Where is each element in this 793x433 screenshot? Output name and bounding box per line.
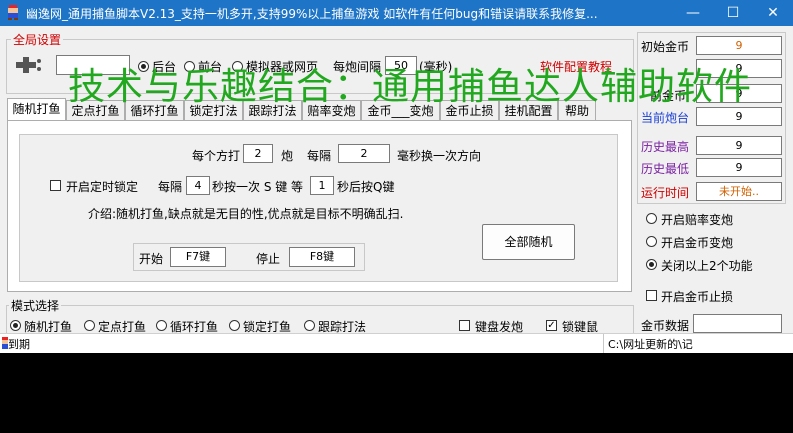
- odds-turret-label: 开启赔率变炮: [661, 213, 734, 227]
- start-hotkey-field[interactable]: F7键: [170, 247, 226, 267]
- run-time-label: 运行时间: [641, 186, 690, 200]
- status-bar: 到期 C:\网址更新的\记: [0, 333, 793, 353]
- intro-text: 介绍:随机打鱼,缺点就是无目的性,优点就是目标不明确乱扫.: [88, 207, 404, 221]
- mode-radio-random[interactable]: [10, 320, 21, 331]
- promo-overlay-text: 技术与乐趣结合：通用捕鱼达人辅助软件: [68, 65, 752, 108]
- keyboard-fire-checkbox[interactable]: [459, 320, 470, 331]
- gamepad-icon: [16, 57, 41, 73]
- status-divider: [603, 334, 604, 353]
- close-button[interactable]: ✕: [753, 0, 793, 26]
- window-title: 幽逸网_通用捕鱼脚本V2.13_支持一机多开,支持99%以上捕鱼游戏 如软件有任…: [26, 7, 598, 21]
- coin-data-field[interactable]: [693, 314, 782, 333]
- lock-keymouse-checkbox[interactable]: ✓: [546, 320, 557, 331]
- every2-label: 每隔: [158, 180, 183, 194]
- coin-stoploss-checkbox[interactable]: [646, 290, 657, 301]
- history-high-label: 历史最高: [641, 140, 690, 154]
- per-direction-label: 每个方打: [192, 149, 241, 163]
- every-label: 每隔: [307, 149, 332, 163]
- press-s-seconds-input[interactable]: 4: [186, 176, 210, 195]
- tab-random-fishing[interactable]: 随机打鱼: [7, 98, 66, 121]
- history-low-label: 历史最低: [641, 162, 690, 176]
- history-high-value: 9: [696, 136, 782, 155]
- wait-suffix: 秒后按Q键: [337, 180, 395, 194]
- direction-ms-suffix: 毫秒换一次方向: [397, 149, 482, 163]
- initial-coins-label: 初始金币: [641, 40, 690, 54]
- run-time-value: 未开始..: [696, 182, 782, 201]
- status-right-text: C:\网址更新的\记: [608, 338, 693, 351]
- press-s-suffix: 秒按一次 S 键 等: [212, 180, 304, 194]
- minimize-button[interactable]: —: [673, 0, 713, 26]
- close-both-radio[interactable]: [646, 259, 657, 270]
- stop-label: 停止: [256, 252, 281, 266]
- odds-turret-radio[interactable]: [646, 213, 657, 224]
- wait-seconds-input[interactable]: 1: [310, 176, 334, 195]
- app-window: 幽逸网_通用捕鱼脚本V2.13_支持一机多开,支持99%以上捕鱼游戏 如软件有任…: [0, 0, 793, 353]
- coins-turret-radio[interactable]: [646, 236, 657, 247]
- status-left-text: 到期: [8, 338, 30, 351]
- title-bar: 幽逸网_通用捕鱼脚本V2.13_支持一机多开,支持99%以上捕鱼游戏 如软件有任…: [0, 0, 793, 26]
- maximize-button[interactable]: ☐: [713, 0, 753, 26]
- timer-lock-label: 开启定时锁定: [66, 180, 139, 194]
- timer-lock-checkbox[interactable]: [50, 180, 61, 191]
- history-low-value: 9: [696, 158, 782, 177]
- shots-unit-label: 炮: [281, 149, 294, 163]
- stop-hotkey-field[interactable]: F8键: [289, 247, 355, 267]
- mode-radio-fixed[interactable]: [84, 320, 95, 331]
- current-turret-label: 当前炮台: [641, 111, 690, 125]
- mode-select-legend: 模式选择: [9, 297, 62, 314]
- coins-turret-label: 开启金币变炮: [661, 236, 734, 250]
- coin-data-label: 金币数据: [641, 319, 690, 333]
- mode-radio-lock[interactable]: [229, 320, 240, 331]
- close-both-label: 关闭以上2个功能: [661, 259, 753, 273]
- all-random-button[interactable]: 全部随机: [482, 224, 575, 260]
- mario-app-icon: [8, 5, 18, 20]
- mode-radio-loop[interactable]: [156, 320, 167, 331]
- start-label: 开始: [139, 252, 164, 266]
- direction-ms-input[interactable]: 2: [338, 144, 390, 163]
- shots-per-direction-input[interactable]: 2: [243, 144, 273, 163]
- global-settings-legend: 全局设置: [11, 31, 64, 48]
- mode-radio-track[interactable]: [304, 320, 315, 331]
- coin-stoploss-label: 开启金币止损: [661, 290, 734, 304]
- initial-coins-value: 9: [696, 36, 782, 55]
